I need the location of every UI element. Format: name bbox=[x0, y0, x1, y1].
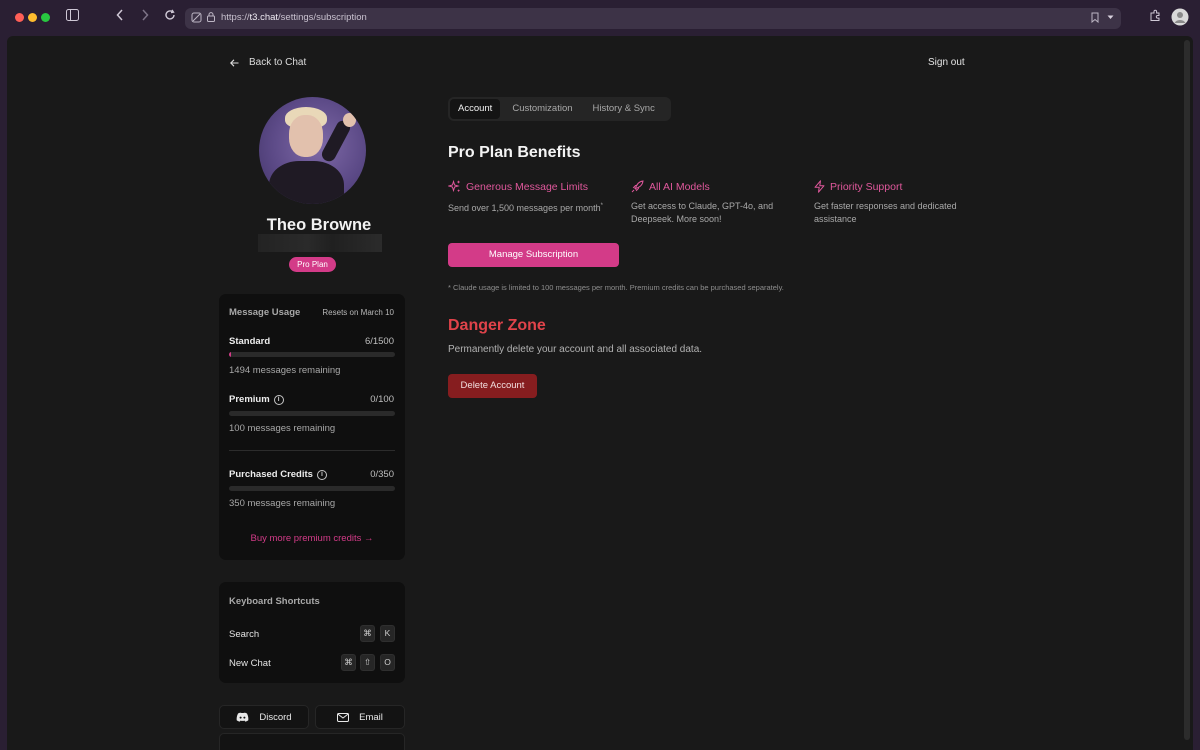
danger-zone-description: Permanently delete your account and all … bbox=[448, 344, 703, 355]
app-window: Back to Chat Sign out Theo Browne Pro Pl… bbox=[7, 36, 1193, 750]
usage-remaining: 350 messages remaining bbox=[229, 498, 336, 509]
keyboard-shortcuts-title: Keyboard Shortcuts bbox=[229, 596, 320, 607]
pro-plan-title: Pro Plan Benefits bbox=[448, 144, 581, 161]
tab-account[interactable]: Account bbox=[450, 99, 501, 119]
sparkles-icon bbox=[448, 180, 461, 193]
info-icon[interactable]: i bbox=[273, 394, 284, 405]
settings-tabs: Account Customization History & Sync bbox=[448, 97, 671, 121]
info-icon[interactable]: i bbox=[316, 469, 327, 480]
usage-row-value: 0/350 bbox=[370, 469, 394, 480]
arrow-left-icon bbox=[230, 58, 239, 67]
benefit-description: Get access to Claude, GPT-4o, and Deepse… bbox=[631, 201, 774, 224]
usage-remaining: 1494 messages remaining bbox=[229, 365, 341, 376]
page-scrollbar[interactable] bbox=[1184, 40, 1190, 740]
sidebar-toggle-icon[interactable] bbox=[66, 9, 79, 21]
key-cap: ⌘ bbox=[341, 654, 356, 671]
plan-badge: Pro Plan bbox=[289, 257, 336, 272]
footnote-marker: * bbox=[600, 203, 603, 209]
usage-divider bbox=[229, 450, 395, 451]
usage-remaining: 100 messages remaining bbox=[229, 423, 336, 434]
sign-out-button[interactable]: Sign out bbox=[928, 57, 965, 68]
benefit-title: Generous Message Limits bbox=[466, 180, 588, 193]
back-to-chat-link[interactable]: Back to Chat bbox=[230, 57, 306, 68]
usage-row-label: Premium i bbox=[229, 394, 284, 405]
usage-footnote: * Claude usage is limited to 100 message… bbox=[448, 283, 784, 292]
keyboard-shortcuts-card: Keyboard Shortcuts Search ⌘ K New Chat ⌘… bbox=[219, 582, 405, 683]
mail-icon bbox=[337, 712, 350, 722]
url-text: https://t3.chat/settings/subscription bbox=[221, 12, 367, 23]
shortcut-label: New Chat bbox=[229, 658, 271, 669]
maximize-window-button[interactable] bbox=[41, 13, 50, 22]
key-cap: ⇧ bbox=[360, 654, 375, 671]
key-cap: ⌘ bbox=[360, 625, 375, 642]
forward-nav-icon[interactable] bbox=[141, 9, 149, 21]
footer-extra-button[interactable] bbox=[219, 733, 405, 750]
key-cap: K bbox=[380, 625, 395, 642]
usage-row-label: Purchased Credits i bbox=[229, 469, 327, 480]
email-label: Email bbox=[359, 711, 383, 723]
usage-row-value: 6/1500 bbox=[364, 336, 394, 347]
benefit-card: All AI Models Get access to Claude, GPT-… bbox=[631, 180, 801, 226]
usage-progress-bar bbox=[229, 411, 395, 416]
usage-row-label: Standard bbox=[229, 336, 271, 347]
delete-account-button[interactable]: Delete Account bbox=[448, 374, 537, 398]
usage-reset-date: Resets on March 10 bbox=[322, 308, 394, 317]
extensions-icon[interactable] bbox=[1149, 9, 1162, 22]
discord-label: Discord bbox=[259, 711, 292, 723]
benefit-card: Priority Support Get faster responses an… bbox=[814, 180, 984, 226]
benefit-card: Generous Message Limits Send over 1,500 … bbox=[448, 180, 618, 215]
benefit-description: Get faster responses and dedicated assis… bbox=[814, 201, 957, 224]
tab-history-sync[interactable]: History & Sync bbox=[585, 99, 663, 119]
back-to-chat-label: Back to Chat bbox=[249, 57, 307, 68]
dropdown-caret-icon[interactable] bbox=[1107, 12, 1114, 22]
manage-subscription-button[interactable]: Manage Subscription bbox=[448, 243, 619, 267]
benefit-description: Send over 1,500 messages per month bbox=[448, 203, 601, 213]
reload-icon[interactable] bbox=[164, 9, 176, 21]
redacted-email bbox=[258, 234, 382, 252]
buy-credits-link[interactable]: Buy more premium credits → bbox=[219, 533, 405, 544]
rocket-icon bbox=[631, 180, 644, 193]
back-nav-icon[interactable] bbox=[116, 9, 124, 21]
profile-name: Theo Browne bbox=[266, 216, 372, 234]
site-settings-icon[interactable] bbox=[191, 12, 202, 23]
address-bar[interactable]: https://t3.chat/settings/subscription bbox=[185, 8, 1121, 29]
key-cap: O bbox=[380, 654, 395, 671]
usage-progress-bar bbox=[229, 352, 395, 357]
danger-zone-title: Danger Zone bbox=[448, 317, 546, 334]
avatar bbox=[259, 97, 366, 204]
message-usage-title: Message Usage bbox=[229, 307, 301, 318]
benefit-title: All AI Models bbox=[649, 180, 710, 193]
discord-icon bbox=[236, 712, 249, 722]
close-window-button[interactable] bbox=[15, 13, 24, 22]
browser-toolbar: https://t3.chat/settings/subscription bbox=[0, 0, 1200, 36]
shortcut-label: Search bbox=[229, 629, 260, 640]
lock-icon bbox=[207, 12, 215, 22]
tab-customization[interactable]: Customization bbox=[504, 99, 580, 119]
bookmark-icon[interactable] bbox=[1091, 12, 1099, 23]
benefit-title: Priority Support bbox=[830, 180, 903, 193]
profile-avatar-icon[interactable] bbox=[1171, 8, 1189, 26]
message-usage-card: Message Usage Resets on March 10 Standar… bbox=[219, 294, 405, 560]
minimize-window-button[interactable] bbox=[28, 13, 37, 22]
email-button[interactable]: Email bbox=[315, 705, 405, 729]
usage-progress-bar bbox=[229, 486, 395, 491]
discord-button[interactable]: Discord bbox=[219, 705, 309, 729]
usage-row-value: 0/100 bbox=[370, 394, 394, 405]
lightning-icon bbox=[814, 180, 825, 193]
